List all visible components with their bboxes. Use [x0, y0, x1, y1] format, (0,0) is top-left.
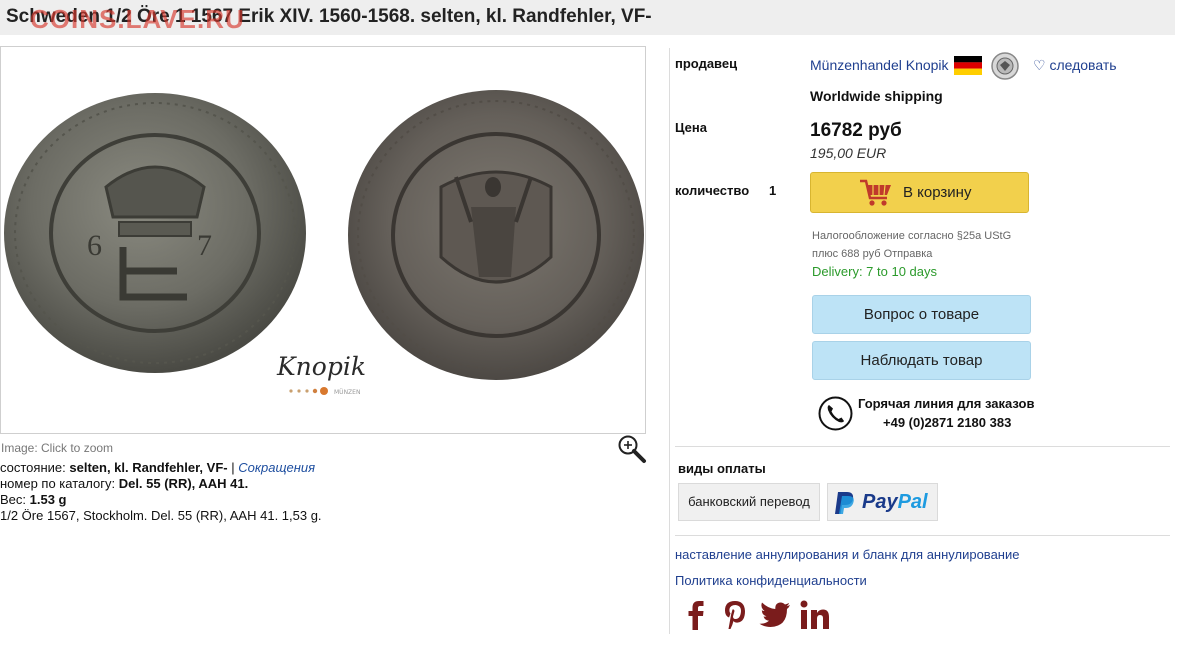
pinterest-icon[interactable]: [718, 598, 752, 632]
column-divider: [669, 48, 670, 634]
shopping-cart-icon: [859, 178, 893, 208]
watch-item-button[interactable]: Наблюдать товар: [812, 341, 1031, 380]
coin-obverse: 6 7: [4, 93, 306, 373]
condition-value: selten, kl. Randfehler, VF-: [69, 460, 228, 475]
linkedin-icon[interactable]: [798, 598, 832, 632]
add-to-cart-button[interactable]: В корзину: [810, 172, 1029, 213]
paypal-option: PayPal: [827, 483, 938, 521]
hotline-phone: +49 (0)2871 2180 383: [883, 415, 1012, 430]
svg-text:7: 7: [197, 229, 212, 262]
follow-label: следовать: [1049, 57, 1117, 73]
hotline-title: Горячая линия для заказов: [858, 396, 1035, 411]
twitter-icon[interactable]: [758, 598, 792, 632]
svg-text:6: 6: [87, 229, 102, 262]
catalog-row: номер по каталогу: Del. 55 (RR), AAH 41.: [0, 476, 248, 491]
add-to-cart-label: В корзину: [903, 184, 972, 201]
quantity-value: 1: [769, 183, 777, 198]
price-eur: 195,00 EUR: [810, 145, 887, 161]
quantity-label: количество: [675, 183, 750, 198]
privacy-policy-link[interactable]: Политика конфиденциальности: [675, 573, 867, 588]
cancellation-policy-link[interactable]: наставление аннулирования и бланк для ан…: [675, 547, 1019, 562]
paypal-icon: [835, 492, 854, 514]
product-image[interactable]: 6 7 Knopik MÜNZEN: [0, 46, 646, 434]
coin-photo: 6 7 Knopik MÜNZEN: [4, 90, 644, 396]
weight-value: 1.53 g: [29, 492, 67, 507]
tax-note: Налогообложение согласно §25a UStG: [812, 230, 1012, 242]
price-label: Цена: [675, 120, 707, 135]
catalog-label: номер по каталогу:: [0, 476, 116, 491]
coin-reverse: [348, 90, 644, 380]
separator: |: [231, 460, 235, 475]
weight-label: Вес:: [0, 492, 27, 507]
facebook-icon[interactable]: [679, 598, 713, 632]
shipping-cost: плюс 688 руб Отправка: [812, 248, 933, 260]
shipping-info: Worldwide shipping: [810, 88, 943, 104]
delivery-time: Delivery: 7 to 10 days: [812, 264, 938, 279]
catalog-value: Del. 55 (RR), AAH 41.: [118, 476, 249, 491]
seller-name-link[interactable]: Münzenhandel Knopik: [810, 57, 949, 73]
knopik-logo: Knopik MÜNZEN: [276, 352, 366, 396]
phone-icon: [818, 396, 853, 431]
bank-transfer-option: банковский перевод: [678, 483, 820, 521]
follow-link[interactable]: ♡ следовать: [1033, 57, 1117, 74]
zoom-hint: Image: Click to zoom: [1, 441, 114, 455]
zoom-in-icon[interactable]: [617, 434, 647, 464]
seller-label: продавец: [675, 56, 738, 71]
heart-icon: ♡: [1033, 57, 1046, 73]
svg-text:MÜNZEN: MÜNZEN: [334, 389, 360, 396]
condition-label: состояние:: [0, 460, 66, 475]
watermark: COINS.LAVE.RU: [30, 4, 245, 34]
germany-flag-icon: [954, 56, 982, 75]
dealer-seal-icon: [990, 52, 1020, 80]
svg-text:Knopik: Knopik: [276, 352, 366, 381]
paypal-wordmark: PayPal: [862, 491, 928, 513]
divider: [675, 535, 1170, 536]
abbreviations-link[interactable]: Сокращения: [238, 460, 315, 475]
ask-question-button[interactable]: Вопрос о товаре: [812, 295, 1031, 334]
weight-row: Вес: 1.53 g: [0, 492, 67, 507]
payment-label: виды оплаты: [678, 461, 766, 476]
item-description: 1/2 Öre 1567, Stockholm. Del. 55 (RR), A…: [0, 508, 322, 523]
condition-row: состояние: selten, kl. Randfehler, VF- |…: [0, 460, 315, 475]
divider: [675, 446, 1170, 447]
price-rub: 16782 руб: [810, 120, 902, 141]
